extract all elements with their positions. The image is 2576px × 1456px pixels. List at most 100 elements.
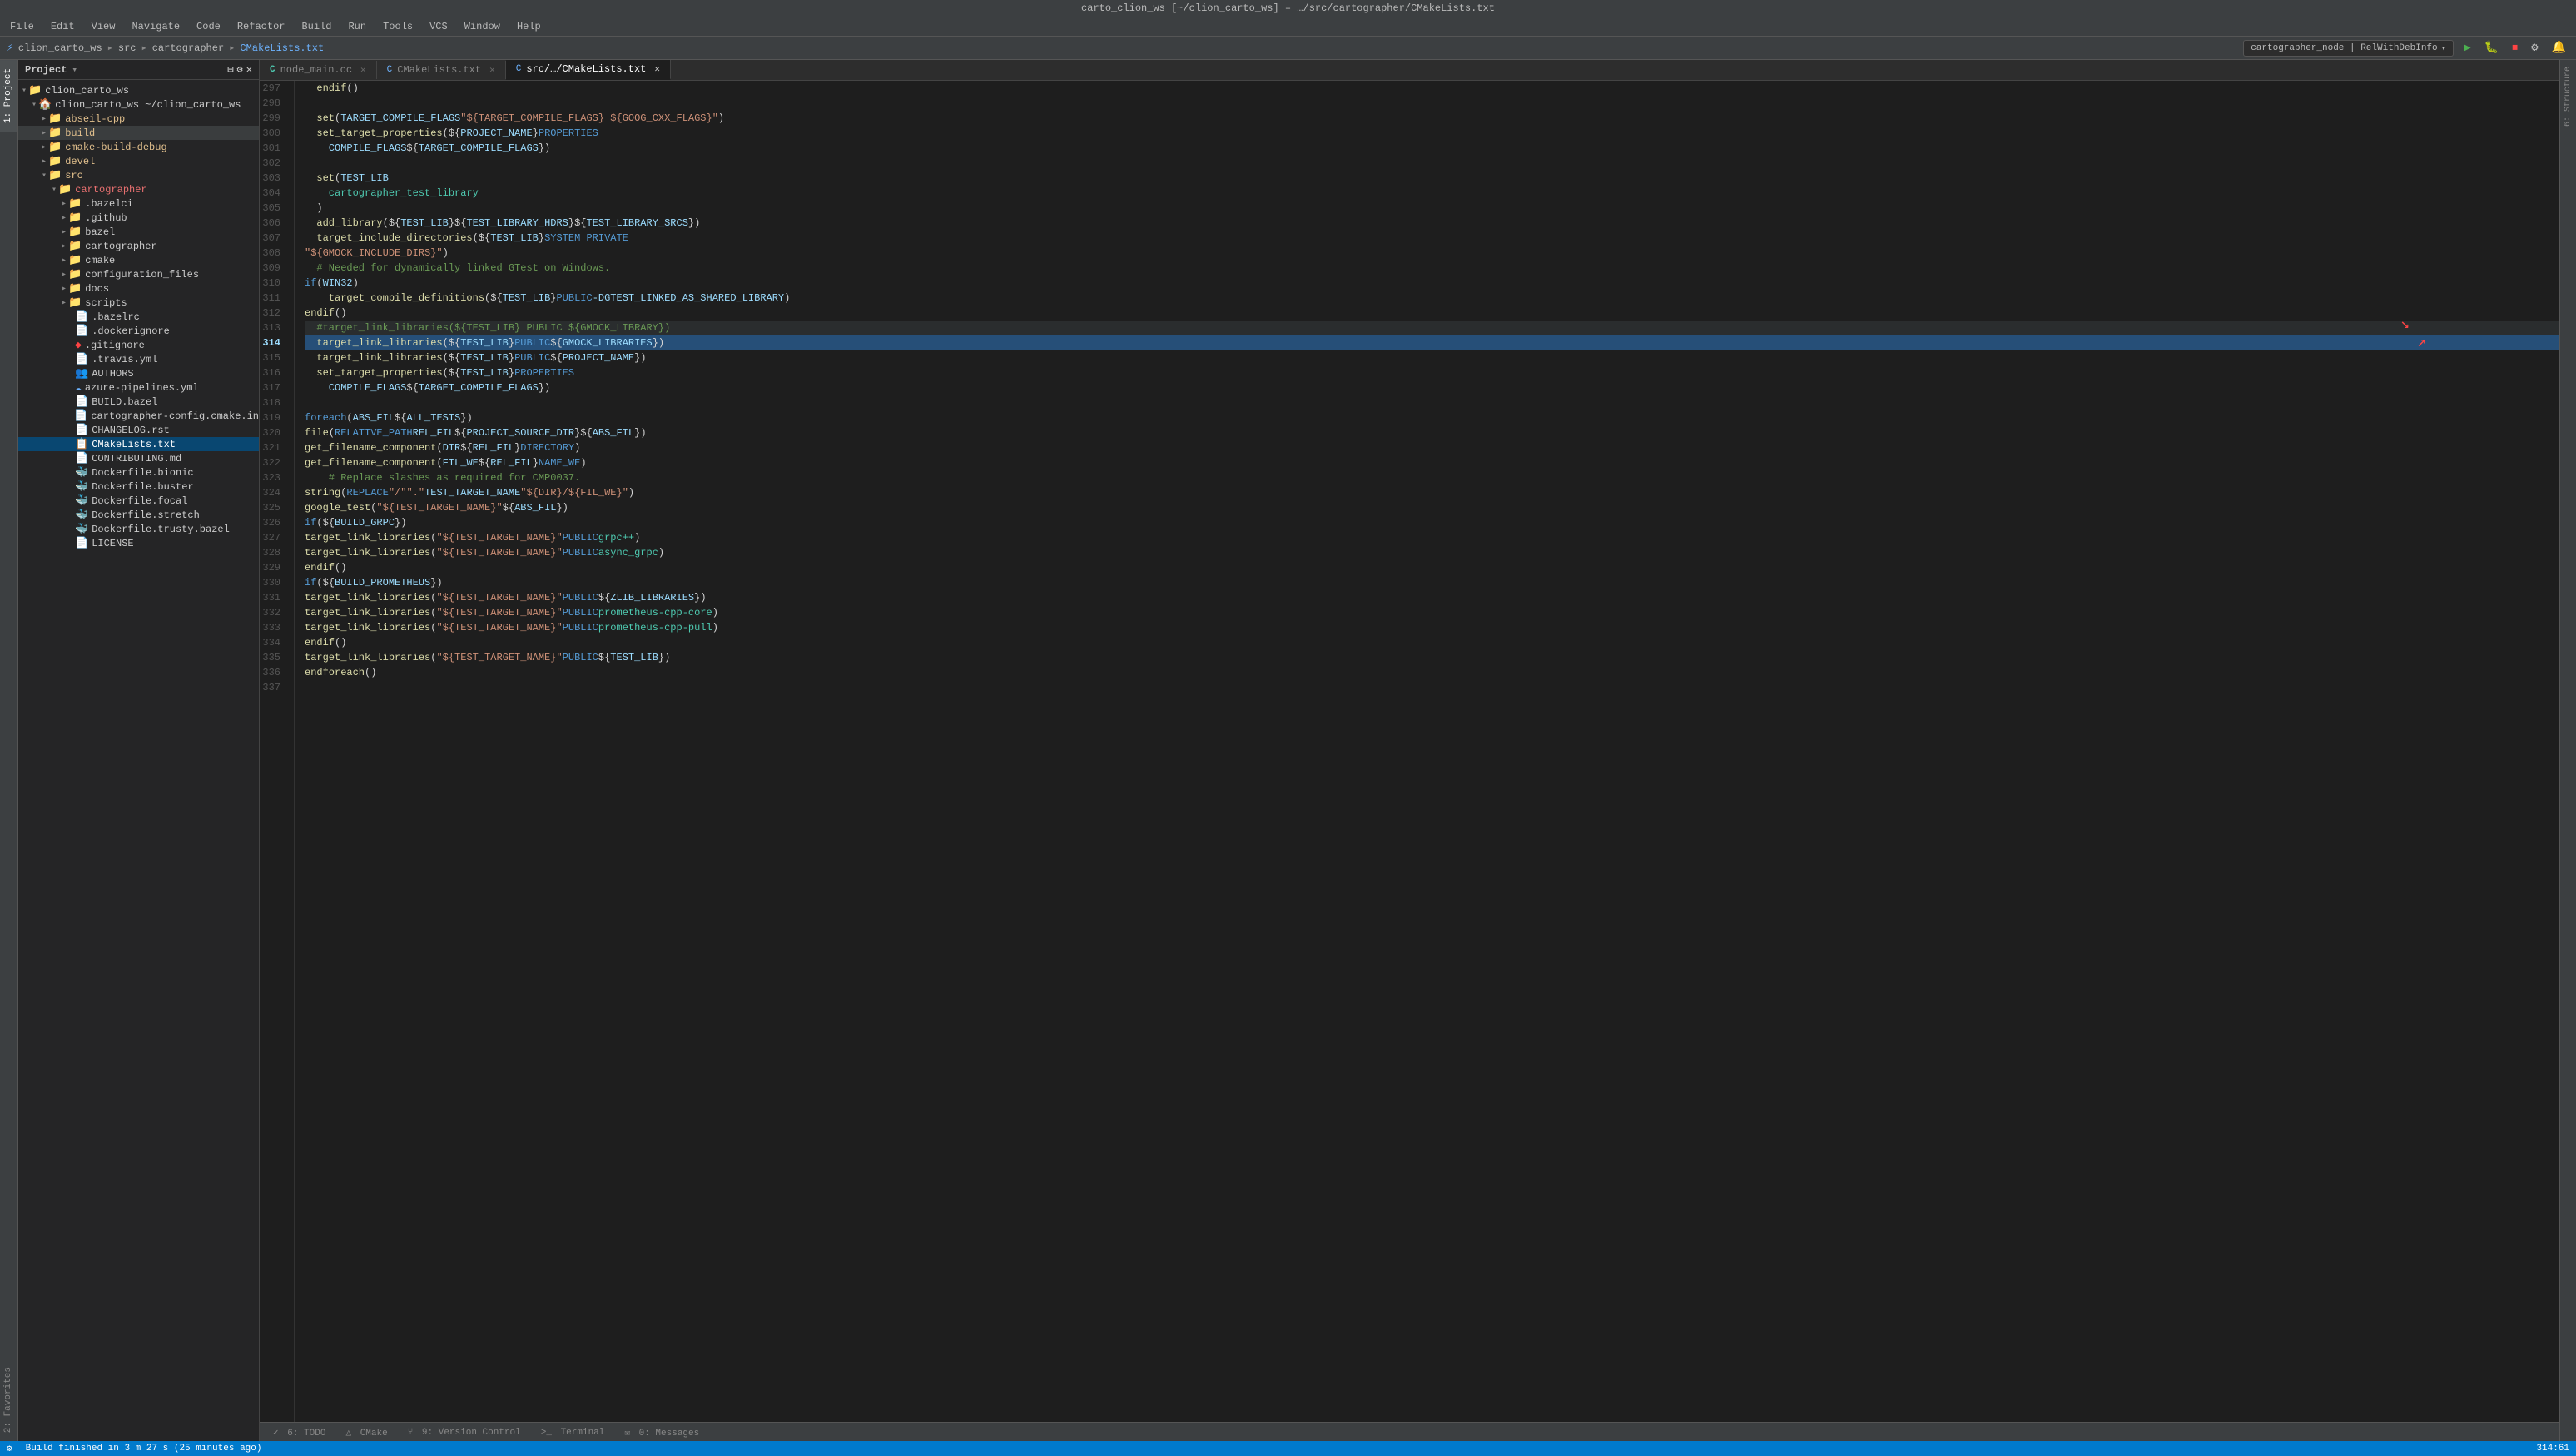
bottom-tab-terminal[interactable]: >_ Terminal bbox=[531, 1424, 615, 1440]
cartographer-sub-label: cartographer bbox=[85, 241, 156, 252]
debug-button[interactable]: 🐛 bbox=[2481, 39, 2502, 57]
bottom-tab-messages[interactable]: ✉ 0: Messages bbox=[614, 1423, 709, 1441]
tree-item-github[interactable]: ▸ 📁 .github bbox=[18, 211, 259, 225]
left-tab-project[interactable]: 1: Project bbox=[0, 60, 17, 132]
tab-cmakelists-root[interactable]: C CMakeLists.txt ✕ bbox=[377, 61, 506, 79]
tree-settings-icon[interactable]: ⚙ bbox=[237, 63, 243, 76]
tree-item-azure[interactable]: ☁ azure-pipelines.yml bbox=[18, 380, 259, 395]
bottom-tab-cmake[interactable]: △ CMake bbox=[335, 1423, 397, 1441]
menu-edit[interactable]: Edit bbox=[47, 19, 78, 34]
tree-item-docker-trusty[interactable]: 🐳 Dockerfile.trusty.bazel bbox=[18, 522, 259, 536]
code-line-310: if (WIN32) bbox=[305, 276, 2559, 291]
tree-item-bazelci[interactable]: ▸ 📁 .bazelci bbox=[18, 196, 259, 211]
tab-cmakelists-src-label: src/…/CMakeLists.txt bbox=[526, 63, 646, 75]
code-line-319: foreach(ABS_FIL ${ALL_TESTS}) bbox=[305, 410, 2559, 425]
tree-item-scripts[interactable]: ▸ 📁 scripts bbox=[18, 296, 259, 310]
code-line-327: target_link_libraries("${TEST_TARGET_NAM… bbox=[305, 530, 2559, 545]
tree-item-travis[interactable]: 📄 .travis.yml bbox=[18, 352, 259, 366]
code-line-323: # Replace slashes as required for CMP003… bbox=[305, 470, 2559, 485]
tree-item-build[interactable]: ▸ 📁 build bbox=[18, 126, 259, 140]
project-dropdown-icon[interactable]: ▾ bbox=[72, 64, 77, 76]
tab-node-main-close[interactable]: ✕ bbox=[360, 64, 366, 76]
tab-node-main[interactable]: C node_main.cc ✕ bbox=[260, 61, 377, 79]
structure-tab[interactable]: 6: Structure bbox=[2562, 60, 2574, 133]
settings-button[interactable]: ⚙ bbox=[2528, 39, 2541, 57]
tree-item-build-bazel[interactable]: 📄 BUILD.bazel bbox=[18, 395, 259, 409]
file-tree-panel: Project ▾ ⊟ ⚙ ✕ ▾ 📁 clion_carto_ws ▾ 🏠 c… bbox=[18, 60, 260, 1441]
build-folder-icon: 📁 bbox=[48, 127, 62, 139]
tree-item-license[interactable]: 📄 LICENSE bbox=[18, 536, 259, 550]
menu-refactor[interactable]: Refactor bbox=[234, 19, 289, 34]
docker-buster-icon: 🐳 bbox=[75, 480, 88, 493]
run-config-dropdown[interactable]: cartographer_node | RelWithDebInfo ▾ bbox=[2243, 40, 2454, 57]
menu-help[interactable]: Help bbox=[514, 19, 544, 34]
devel-label: devel bbox=[65, 156, 95, 167]
build-bazel-label: BUILD.bazel bbox=[92, 396, 157, 408]
tree-item-bazel[interactable]: ▸ 📁 bazel bbox=[18, 225, 259, 239]
workspace-arrow-icon: ▾ bbox=[32, 100, 37, 110]
tree-item-docker-bionic[interactable]: 🐳 Dockerfile.bionic bbox=[18, 465, 259, 480]
workspace-icon: 🏠 bbox=[38, 98, 52, 111]
github-arrow-icon: ▸ bbox=[62, 213, 67, 223]
tree-item-cmakelists[interactable]: 📋 CMakeLists.txt bbox=[18, 437, 259, 451]
messages-icon: ✉ bbox=[624, 1429, 630, 1439]
menu-file[interactable]: File bbox=[7, 19, 37, 34]
tree-item-cmake[interactable]: ▸ 📁 cmake bbox=[18, 253, 259, 267]
breadcrumb-src[interactable]: src bbox=[118, 42, 136, 54]
menu-vcs[interactable]: VCS bbox=[426, 19, 451, 34]
left-tab-favorites[interactable]: 2: Favorites bbox=[0, 1359, 17, 1441]
scripts-label: scripts bbox=[85, 297, 127, 309]
line-num-314: 314 bbox=[260, 335, 287, 350]
tree-close-icon[interactable]: ✕ bbox=[246, 63, 252, 76]
breadcrumb-cartographer[interactable]: cartographer bbox=[152, 42, 224, 54]
tree-item-cartographer-dir[interactable]: ▾ 📁 cartographer bbox=[18, 182, 259, 196]
menu-view[interactable]: View bbox=[88, 19, 119, 34]
menu-build[interactable]: Build bbox=[298, 19, 335, 34]
tree-item-cartographer-sub[interactable]: ▸ 📁 cartographer bbox=[18, 239, 259, 253]
tree-item-docker-focal[interactable]: 🐳 Dockerfile.focal bbox=[18, 494, 259, 508]
docker-buster-label: Dockerfile.buster bbox=[92, 481, 193, 493]
messages-label: 0: Messages bbox=[639, 1429, 700, 1439]
line-num-301: 301 bbox=[260, 141, 287, 156]
tree-item-contributing[interactable]: 📄 CONTRIBUTING.md bbox=[18, 451, 259, 465]
tree-item-docker-stretch[interactable]: 🐳 Dockerfile.stretch bbox=[18, 508, 259, 522]
tree-item-dockerignore[interactable]: 📄 .dockerignore bbox=[18, 324, 259, 338]
tree-item-cmake-build[interactable]: ▸ 📁 cmake-build-debug bbox=[18, 140, 259, 154]
code-editor[interactable]: 297 298 299 300 301 302 303 304 305 306 … bbox=[260, 81, 2559, 1422]
tree-item-workspace[interactable]: ▾ 🏠 clion_carto_ws ~/clion_carto_ws bbox=[18, 97, 259, 112]
menu-window[interactable]: Window bbox=[461, 19, 504, 34]
tree-item-devel[interactable]: ▸ 📁 devel bbox=[18, 154, 259, 168]
bottom-tab-todo[interactable]: ✓ 6: TODO bbox=[263, 1423, 335, 1441]
breadcrumb-cmakelists[interactable]: CMakeLists.txt bbox=[240, 42, 324, 54]
code-content[interactable]: endif() set(TARGET_COMPILE_FLAGS "${TARG… bbox=[295, 81, 2559, 1422]
tree-item-cmake-config[interactable]: 📄 cartographer-config.cmake.in bbox=[18, 409, 259, 423]
menu-bar: File Edit View Navigate Code Refactor Bu… bbox=[0, 17, 2576, 37]
cmake-config-label: cartographer-config.cmake.in bbox=[91, 410, 259, 422]
tree-item-docs[interactable]: ▸ 📁 docs bbox=[18, 281, 259, 296]
docker-stretch-icon: 🐳 bbox=[75, 509, 88, 521]
tree-item-authors[interactable]: 👥 AUTHORS bbox=[18, 366, 259, 380]
bottom-tab-vcs[interactable]: ⑂ 9: Version Control bbox=[398, 1424, 531, 1440]
stop-button[interactable]: ⏹ bbox=[2509, 40, 2521, 57]
tree-item-docker-buster[interactable]: 🐳 Dockerfile.buster bbox=[18, 480, 259, 494]
tree-item-config-files[interactable]: ▸ 📁 configuration_files bbox=[18, 267, 259, 281]
tree-item-bazelrc[interactable]: 📄 .bazelrc bbox=[18, 310, 259, 324]
tab-cmakelists-src-close[interactable]: ✕ bbox=[654, 63, 660, 75]
menu-run[interactable]: Run bbox=[345, 19, 370, 34]
code-line-312: endif() bbox=[305, 306, 2559, 321]
tree-item-src[interactable]: ▾ 📁 src bbox=[18, 168, 259, 182]
tree-item-changelog[interactable]: 📄 CHANGELOG.rst bbox=[18, 423, 259, 437]
tree-item-root[interactable]: ▾ 📁 clion_carto_ws bbox=[18, 83, 259, 97]
tab-cmakelists-src[interactable]: C src/…/CMakeLists.txt ✕ bbox=[506, 60, 671, 80]
breadcrumb-workspace[interactable]: clion_carto_ws bbox=[18, 42, 102, 54]
tab-cmake-icon-1: C bbox=[387, 65, 393, 75]
tree-collapse-icon[interactable]: ⊟ bbox=[227, 63, 233, 76]
menu-navigate[interactable]: Navigate bbox=[128, 19, 183, 34]
notification-button[interactable]: 🔔 bbox=[2549, 39, 2569, 57]
tree-item-gitignore[interactable]: ◆ .gitignore bbox=[18, 338, 259, 352]
menu-code[interactable]: Code bbox=[193, 19, 224, 34]
tab-cmakelists-root-close[interactable]: ✕ bbox=[489, 64, 495, 76]
tree-item-abseil[interactable]: ▸ 📁 abseil-cpp bbox=[18, 112, 259, 126]
run-button[interactable]: ▶ bbox=[2460, 39, 2474, 57]
menu-tools[interactable]: Tools bbox=[380, 19, 416, 34]
